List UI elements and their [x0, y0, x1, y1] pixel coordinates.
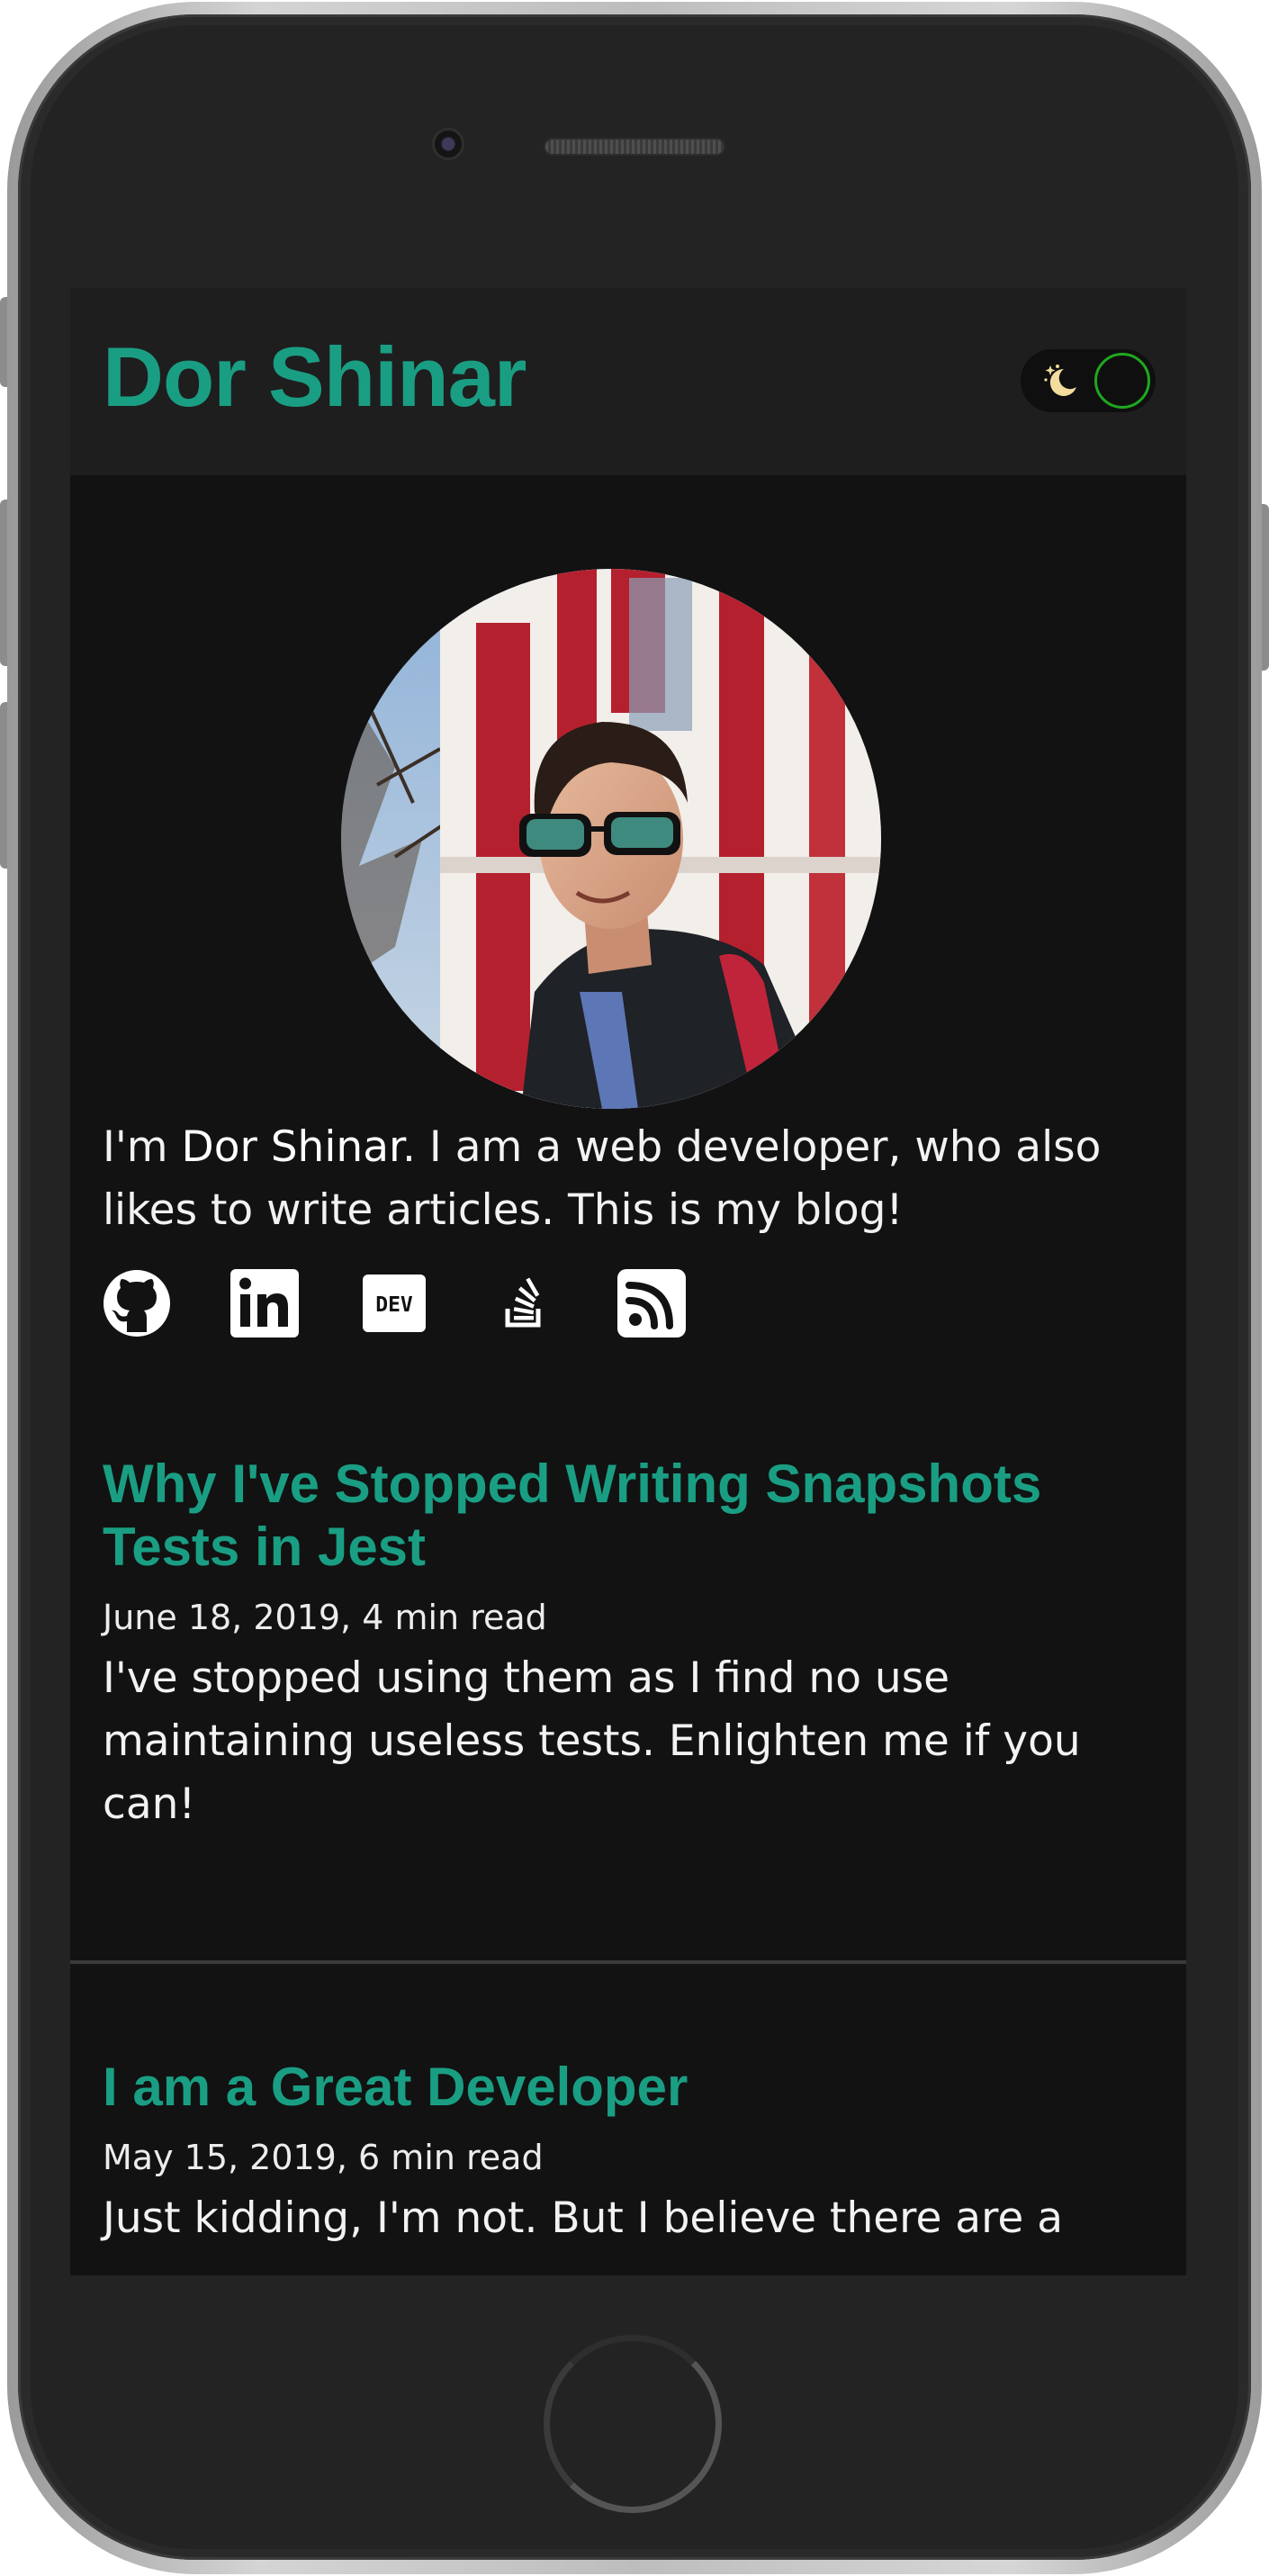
post-divider — [70, 1960, 1186, 1964]
post-excerpt: I've stopped using them as I find no use… — [103, 1653, 1081, 1829]
github-link[interactable] — [103, 1269, 171, 1338]
bio-intro-prefix: I'm — [103, 1122, 182, 1172]
post-item: Why I've Stopped Writing Snapshots Tests… — [103, 1453, 1156, 1836]
bio-text: I'm Dor Shinar. I am a web developer, wh… — [103, 1116, 1165, 1242]
post-title-link[interactable]: I am a Great Developer — [103, 2056, 1156, 2119]
site-header: Dor Shinar — [70, 288, 1186, 475]
post-excerpt: Just kidding, I'm not. But I believe the… — [103, 2193, 1064, 2243]
front-camera — [432, 128, 464, 160]
social-links: DEV — [103, 1269, 823, 1341]
github-icon — [104, 1270, 170, 1337]
rss-link[interactable] — [617, 1269, 686, 1338]
post-meta: June 18, 2019, 4 min read — [103, 1598, 547, 1637]
stackoverflow-link[interactable] — [490, 1269, 558, 1338]
dev-to-link[interactable]: DEV — [360, 1269, 428, 1338]
post-meta: May 15, 2019, 6 min read — [103, 2138, 544, 2177]
home-button — [544, 2335, 722, 2513]
earpiece-speaker — [544, 138, 725, 156]
linkedin-icon — [230, 1269, 299, 1338]
toggle-thumb — [1094, 353, 1150, 409]
theme-toggle[interactable] — [1021, 349, 1156, 412]
stackoverflow-icon — [505, 1277, 541, 1328]
avatar-image — [341, 569, 881, 1109]
post-title-link[interactable]: Why I've Stopped Writing Snapshots Tests… — [103, 1453, 1156, 1579]
screen: Dor Shinar I'm Dor Shinar. I am a web de… — [70, 288, 1186, 2275]
dev-to-label: DEV — [375, 1293, 413, 1317]
post-item: I am a Great Developer May 15, 2019, 6 m… — [103, 2056, 1156, 2250]
linkedin-link[interactable] — [230, 1269, 299, 1338]
moon-stars-icon — [1044, 365, 1076, 396]
dev-to-icon: DEV — [363, 1274, 426, 1332]
site-title[interactable]: Dor Shinar — [103, 335, 527, 419]
bio-name: Dor Shinar — [181, 1122, 403, 1172]
rss-icon — [617, 1269, 686, 1338]
avatar — [341, 569, 881, 1109]
